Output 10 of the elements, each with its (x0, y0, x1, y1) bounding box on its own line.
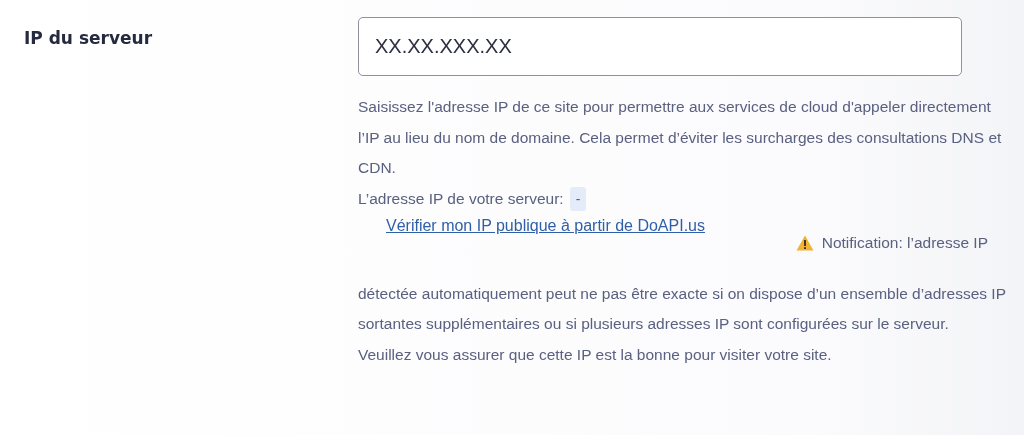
field-label: IP du serveur (24, 27, 154, 50)
notification-text: Notification: l’adresse IP (821, 233, 988, 253)
ip-input-field[interactable]: XX.XX.XXX.XX (358, 17, 962, 76)
notification-detail-text: détectée automatiquement peut ne pas être exacte si on dispose d’un ensemble d’adresses IP sortantes supplémentaires ou si plusieurs adresses IP sont configurées sur le serveur. (358, 283, 1007, 334)
note-text: Veuillez vous assurer que cette IP est la bonne pour visiter votre site. (358, 344, 833, 365)
server-ip-value: - (569, 186, 587, 211)
server-ip-label: L’adresse IP de votre serveur: (358, 188, 564, 209)
warning-icon (795, 235, 814, 252)
description-text: Saisissez l'adresse IP de ce site pour permettre aux services de cloud d'appeler directement l’IP au lieu du nom de domaine. Cela permet d’éviter les surcharges des consultations DNS et CDN. (358, 97, 1003, 178)
check-ip-link[interactable]: Vérifier mon IP publique à partir de DoAPI.us (386, 214, 705, 259)
